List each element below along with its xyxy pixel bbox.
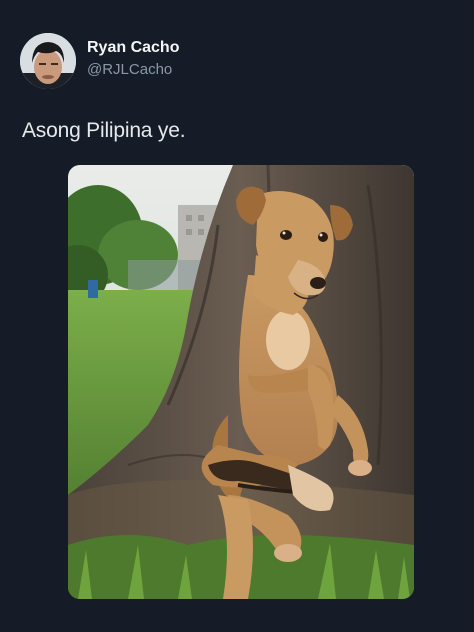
profile-photo-icon bbox=[20, 33, 76, 89]
tweet-text: Asong Pilipina ye. bbox=[22, 119, 186, 142]
dog-photo-icon bbox=[68, 165, 414, 599]
avatar[interactable] bbox=[20, 33, 76, 89]
tweet-media[interactable] bbox=[68, 165, 414, 599]
author-handle[interactable]: @RJLCacho bbox=[87, 61, 172, 78]
author-display-name[interactable]: Ryan Cacho bbox=[87, 39, 179, 57]
tweet-card: Ryan Cacho @RJLCacho Asong Pilipina ye. bbox=[0, 0, 474, 632]
